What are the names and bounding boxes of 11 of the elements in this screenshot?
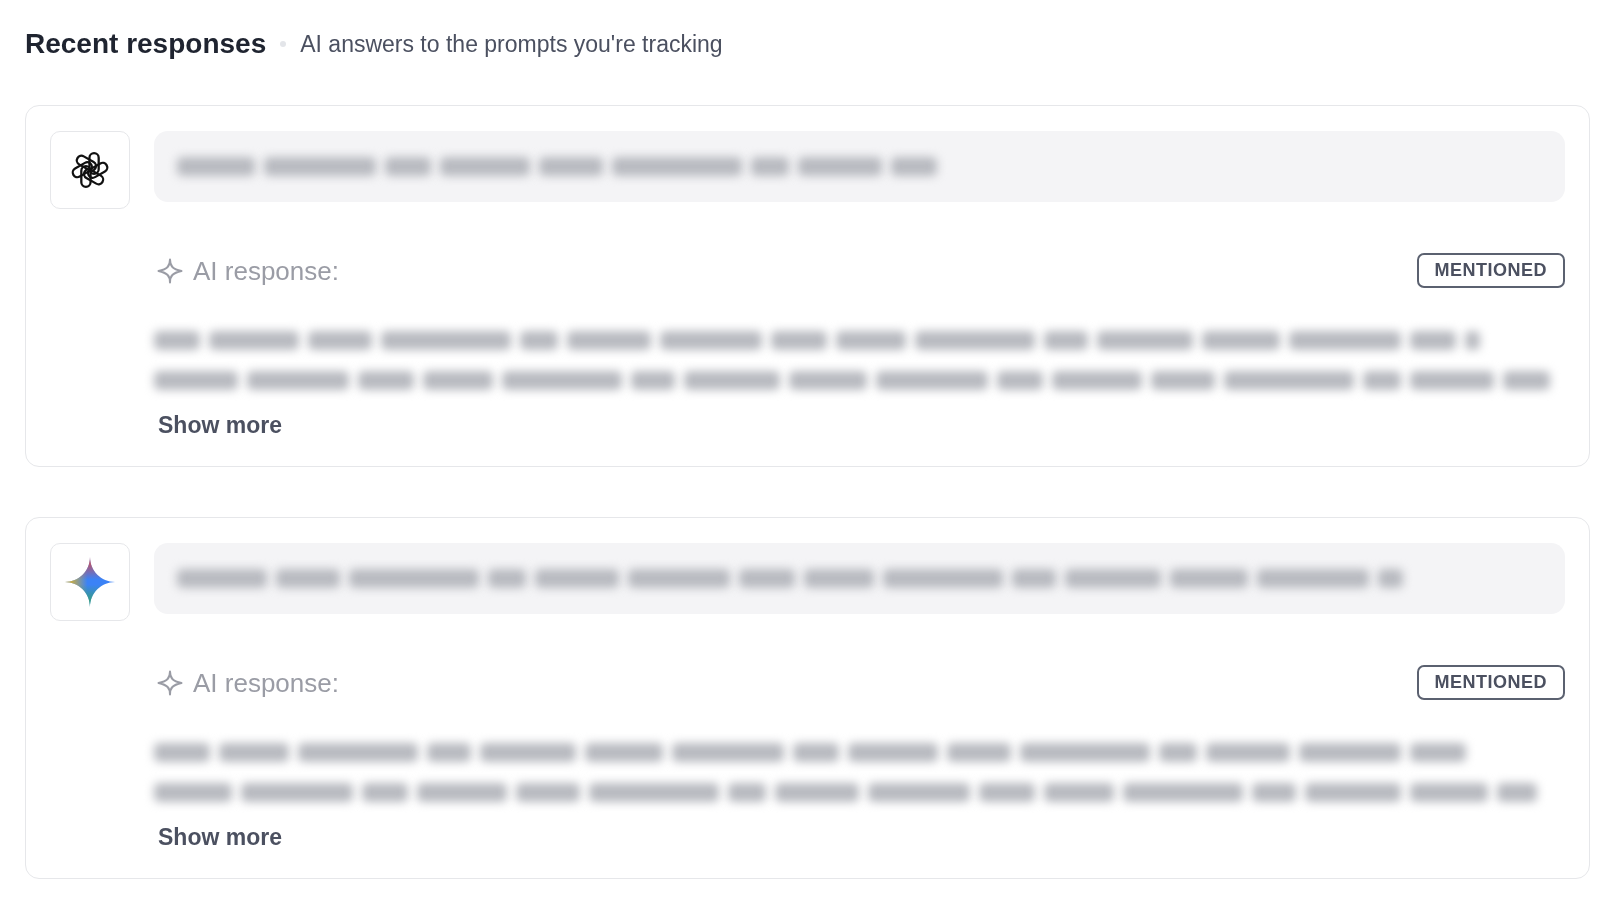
knot-logo-icon: [71, 151, 109, 189]
status-badge: MENTIONED: [1416, 253, 1565, 288]
sparkle-icon: [157, 257, 183, 284]
show-more-button[interactable]: Show more: [154, 823, 282, 851]
section-subtitle: AI answers to the prompts you're tracking: [300, 30, 723, 59]
sparkle-icon: [157, 669, 183, 696]
section-title: Recent responses: [25, 27, 267, 61]
response-label: AI response:: [193, 254, 339, 287]
response-label: AI response:: [193, 666, 339, 699]
show-more-button[interactable]: Show more: [154, 411, 282, 439]
status-badge: MENTIONED: [1416, 665, 1565, 700]
